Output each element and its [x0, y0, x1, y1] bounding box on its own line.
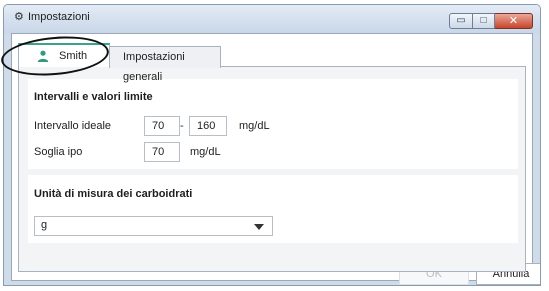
unit-label: mg/dL — [239, 120, 270, 132]
section-heading: Intervalli e valori limite — [34, 91, 153, 103]
unit-label: mg/dL — [190, 146, 221, 158]
carbs-unit-section: Unità di misura dei carboidrati g — [28, 175, 518, 243]
select-value: g — [41, 219, 48, 231]
ideal-range-min-input[interactable] — [144, 116, 180, 136]
window-title: Impostazioni — [28, 11, 90, 23]
ideal-range-label: Intervallo ideale — [34, 120, 112, 132]
window-controls: ▭ □ ✕ — [449, 13, 533, 29]
close-button[interactable]: ✕ — [495, 13, 533, 29]
close-icon: ✕ — [508, 15, 519, 27]
section-heading: Unità di misura dei carboidrati — [34, 188, 193, 200]
minimize-icon: ▭ — [456, 15, 466, 26]
tab-general-settings[interactable]: Impostazioni generali — [109, 46, 221, 83]
chevron-down-icon — [254, 224, 264, 230]
gear-icon: ⚙ — [14, 11, 24, 23]
ideal-range-max-input[interactable] — [189, 116, 227, 136]
carbs-unit-select[interactable]: g — [34, 216, 273, 236]
title-bar[interactable]: ⚙ Impostazioni ▭ □ ✕ — [4, 5, 540, 33]
maximize-button[interactable]: □ — [473, 13, 495, 29]
minimize-button[interactable]: ▭ — [449, 13, 473, 29]
dialog-body: Smith Impostazioni generali Intervalli e… — [11, 33, 540, 285]
tab-panel: Intervalli e valori limite Intervallo id… — [18, 66, 526, 272]
hypo-threshold-label: Soglia ipo — [34, 146, 83, 158]
maximize-icon: □ — [480, 15, 487, 26]
range-separator: - — [180, 120, 184, 132]
hypo-threshold-input[interactable] — [144, 142, 180, 162]
limits-section: Intervalli e valori limite Intervallo id… — [28, 79, 518, 169]
